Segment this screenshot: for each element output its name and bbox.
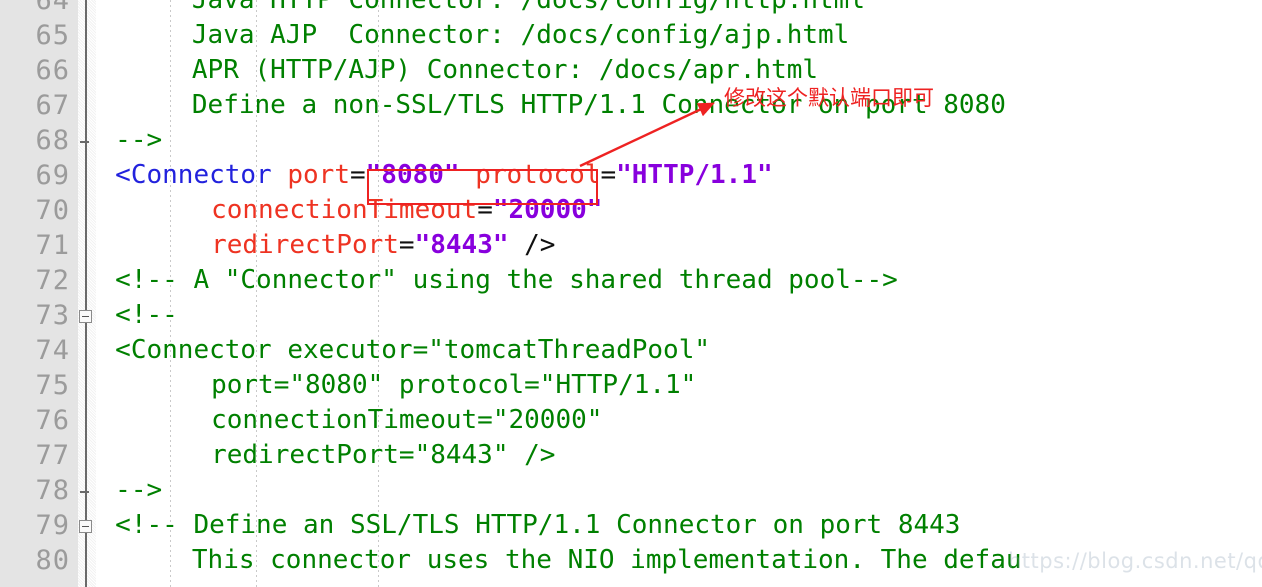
code-text-area[interactable]: Java HTTP Connector: /docs/config/http.h…	[96, 0, 1262, 587]
code-token-attr: redirectPort	[211, 230, 399, 260]
code-token-cmt: -->	[115, 475, 163, 505]
code-token-eq: =	[349, 160, 366, 190]
gutter-separator-line	[85, 0, 87, 587]
code-token-cmt: -->	[115, 125, 163, 155]
line-number: 69	[35, 160, 70, 191]
annotation-highlight-box	[367, 169, 598, 205]
line-number: 70	[35, 195, 70, 226]
code-token-cmt: redirectPort="8443" />	[211, 440, 556, 470]
code-token-cmt: Java AJP Connector: /docs/config/ajp.htm…	[191, 20, 850, 50]
code-line[interactable]: <!-- A "Connector" using the shared thre…	[96, 263, 898, 298]
code-token-cmt: <!-- A "Connector" using the shared thre…	[115, 265, 898, 295]
code-line[interactable]: <!-- Define an SSL/TLS HTTP/1.1 Connecto…	[96, 508, 960, 543]
code-token-cmt: <Connector executor="tomcatThreadPool"	[115, 335, 710, 365]
code-line[interactable]: Java AJP Connector: /docs/config/ajp.htm…	[96, 18, 849, 53]
watermark-text: https://blog.csdn.net/qq_45739931	[1008, 549, 1262, 573]
fold-range-dash	[80, 490, 89, 493]
code-token-val: "HTTP/1.1"	[616, 160, 773, 190]
code-line[interactable]: <Connector executor="tomcatThreadPool"	[96, 333, 710, 368]
fold-range-dash	[80, 140, 89, 143]
code-token-cmt: APR (HTTP/AJP) Connector: /docs/apr.html	[191, 55, 819, 85]
code-token-cmt: Java HTTP Connector: /docs/config/http.h…	[191, 0, 865, 15]
line-number: 66	[35, 55, 70, 86]
code-line[interactable]: redirectPort="8443" />	[96, 438, 555, 473]
code-line[interactable]: <!--	[96, 298, 178, 333]
code-token-eq: =	[600, 160, 617, 190]
line-number: 80	[35, 545, 70, 576]
code-folding-strip[interactable]	[78, 0, 96, 587]
code-line[interactable]: Java HTTP Connector: /docs/config/http.h…	[96, 0, 865, 18]
line-number: 71	[35, 230, 70, 261]
code-line[interactable]: port="8080" protocol="HTTP/1.1"	[96, 368, 696, 403]
line-number: 67	[35, 90, 70, 121]
fold-collapse-box[interactable]	[79, 519, 92, 533]
code-token-cmt: port="8080" protocol="HTTP/1.1"	[211, 370, 697, 400]
code-line[interactable]: -->	[96, 473, 162, 508]
code-token-eq: />	[508, 230, 556, 260]
code-line[interactable]: redirectPort="8443" />	[96, 228, 555, 263]
code-line[interactable]: -->	[96, 123, 162, 158]
code-token-cmt: This connector uses the NIO implementati…	[191, 545, 1022, 575]
line-number: 75	[35, 370, 70, 401]
code-token-val: "8443"	[414, 230, 509, 260]
line-number: 73	[35, 300, 70, 331]
fold-collapse-box[interactable]	[79, 309, 92, 323]
line-number: 76	[35, 405, 70, 436]
code-token-cmt: connectionTimeout="20000"	[211, 405, 603, 435]
code-token-eq: =	[398, 230, 415, 260]
code-token-cmt: <!-- Define an SSL/TLS HTTP/1.1 Connecto…	[115, 510, 961, 540]
annotation-label: 修改这个默认端口即可	[724, 86, 934, 110]
code-token-tag: <Connector	[115, 160, 288, 190]
code-line[interactable]: connectionTimeout="20000"	[96, 403, 602, 438]
line-number: 72	[35, 265, 70, 296]
code-token-attr: port	[287, 160, 350, 190]
line-number: 64	[35, 0, 70, 16]
line-number: 65	[35, 20, 70, 51]
line-number-gutter: 64 65 66 67 68 69 70 71 72 73 74 75 76 77 78 79 80	[0, 0, 78, 587]
line-number: 78	[35, 475, 70, 506]
line-number: 68	[35, 125, 70, 156]
code-line[interactable]: This connector uses the NIO implementati…	[96, 543, 1022, 578]
line-number: 77	[35, 440, 70, 471]
line-number: 74	[35, 335, 70, 366]
code-editor[interactable]: 64 65 66 67 68 69 70 71 72 73 74 75 76 77 78 79 80 Java …	[0, 0, 1262, 587]
code-token-cmt: <!--	[115, 300, 178, 330]
line-number: 79	[35, 510, 70, 541]
code-line[interactable]: APR (HTTP/AJP) Connector: /docs/apr.html	[96, 53, 818, 88]
